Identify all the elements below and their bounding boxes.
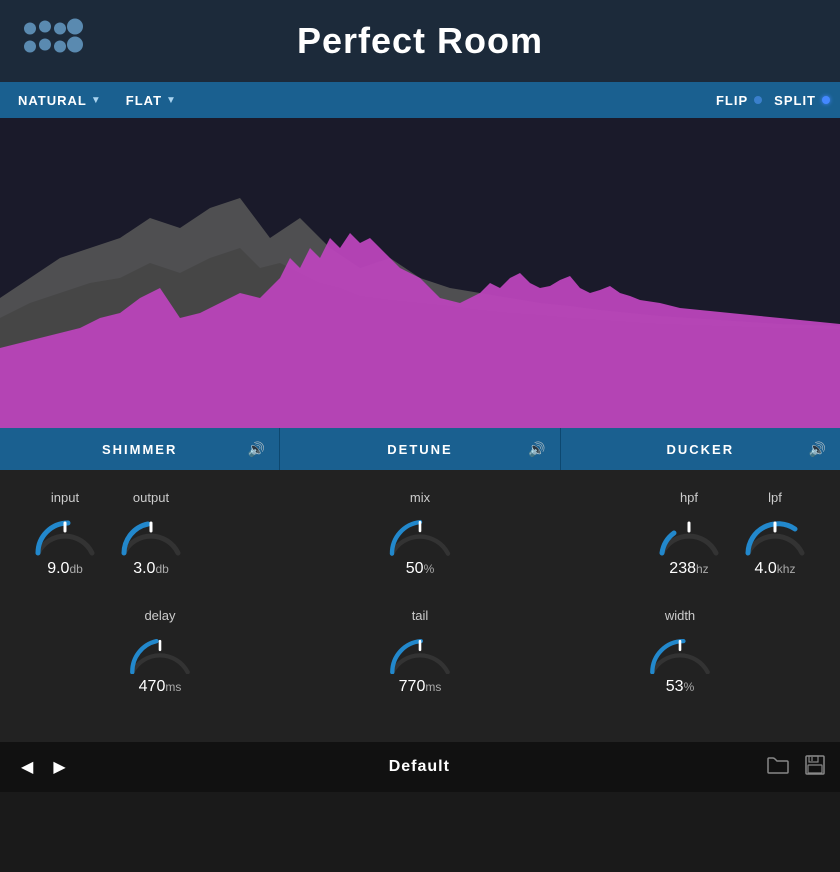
app-title: Perfect Room — [297, 20, 543, 62]
hpf-knob[interactable] — [654, 511, 724, 556]
output-value: 3.0db — [133, 560, 169, 578]
input-output-group: input 9.0db output 3.0db — [30, 490, 186, 578]
mix-label: mix — [410, 490, 430, 505]
hpf-knob-group: hpf 238hz — [654, 490, 724, 578]
nav-arrows: ◀ ▶ — [15, 753, 72, 781]
ducker-speaker-icon[interactable]: 🔊 — [809, 441, 828, 458]
lpf-value: 4.0khz — [755, 560, 796, 578]
header: Perfect Room — [0, 0, 840, 82]
width-knob-group: width 53% — [645, 608, 715, 696]
save-icon[interactable] — [805, 755, 825, 780]
hpf-value: 238hz — [669, 560, 708, 578]
width-label: width — [665, 608, 695, 623]
split-control[interactable]: SPLIT — [774, 93, 830, 108]
hpf-label: hpf — [680, 490, 698, 505]
output-knob[interactable] — [116, 511, 186, 556]
spectrum-display — [0, 118, 840, 428]
preset-name: Default — [72, 758, 767, 776]
delay-knob-group: delay 470ms — [125, 608, 195, 696]
tail-label: tail — [412, 608, 429, 623]
mix-knob-group: mix 50% — [385, 490, 455, 578]
flip-control[interactable]: FLIP — [716, 93, 762, 108]
tail-knob-group: tail 770ms — [385, 608, 455, 696]
mix-knob[interactable] — [385, 511, 455, 556]
output-knob-group: output 3.0db — [116, 490, 186, 578]
lpf-knob[interactable] — [740, 511, 810, 556]
bottom-icons — [767, 755, 825, 780]
natural-button[interactable]: NATURAL ▼ — [10, 89, 110, 112]
output-label: output — [133, 490, 169, 505]
width-value: 53% — [666, 678, 694, 696]
width-knob[interactable] — [645, 629, 715, 674]
controls-panel: input 9.0db output 3.0db — [0, 470, 840, 742]
flat-button[interactable]: FLAT ▼ — [118, 89, 185, 112]
input-knob[interactable] — [30, 511, 100, 556]
controls-row-1: input 9.0db output 3.0db — [30, 490, 810, 578]
tail-knob[interactable] — [385, 629, 455, 674]
natural-arrow-icon: ▼ — [91, 95, 102, 106]
delay-label: delay — [144, 608, 175, 623]
flat-arrow-icon: ▼ — [166, 95, 177, 106]
lpf-label: lpf — [768, 490, 782, 505]
shimmer-speaker-icon[interactable]: 🔊 — [248, 441, 267, 458]
flip-led — [754, 96, 762, 104]
bottom-bar: ◀ ▶ Default — [0, 742, 840, 792]
controls-row-2: delay 470ms tail 770ms width — [30, 608, 810, 696]
logo — [20, 19, 90, 64]
delay-knob[interactable] — [125, 629, 195, 674]
split-led — [822, 96, 830, 104]
input-value: 9.0db — [47, 560, 83, 578]
tab-ducker[interactable]: DUCKER 🔊 — [561, 428, 840, 470]
tab-shimmer[interactable]: SHIMMER 🔊 — [0, 428, 280, 470]
folder-icon[interactable] — [767, 756, 789, 779]
lpf-knob-group: lpf 4.0khz — [740, 490, 810, 578]
input-knob-group: input 9.0db — [30, 490, 100, 578]
detune-speaker-icon[interactable]: 🔊 — [528, 441, 547, 458]
section-tabs: SHIMMER 🔊 DETUNE 🔊 DUCKER 🔊 — [0, 428, 840, 470]
prev-preset-button[interactable]: ◀ — [15, 753, 39, 781]
toolbar: NATURAL ▼ FLAT ▼ FLIP SPLIT — [0, 82, 840, 118]
tab-detune[interactable]: DETUNE 🔊 — [280, 428, 560, 470]
mix-value: 50% — [406, 560, 434, 578]
hpf-lpf-group: hpf 238hz lpf 4.0khz — [654, 490, 810, 578]
next-preset-button[interactable]: ▶ — [47, 753, 71, 781]
delay-value: 470ms — [139, 678, 182, 696]
input-label: input — [51, 490, 79, 505]
tail-value: 770ms — [399, 678, 442, 696]
